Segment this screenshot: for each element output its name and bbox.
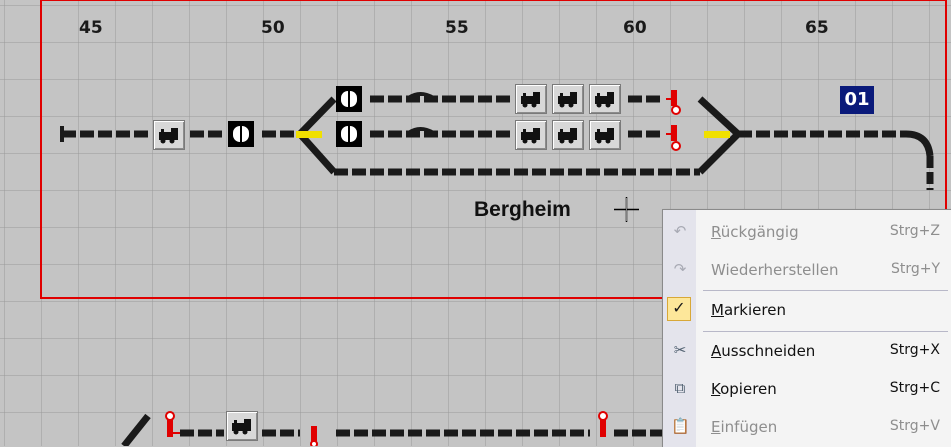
locomotive-tile[interactable] xyxy=(226,411,258,441)
block-contact-icon[interactable] xyxy=(336,121,362,147)
locomotive-tile[interactable] xyxy=(153,120,185,150)
cut-icon: ✂ xyxy=(673,342,687,359)
locomotive-tile[interactable] xyxy=(589,120,621,150)
menu-item-cut[interactable]: ✂ Ausschneiden Strg+X xyxy=(663,332,951,370)
locomotive-icon xyxy=(595,128,614,144)
menu-item-shortcut: Strg+Z xyxy=(889,223,940,239)
turnout-highlight xyxy=(704,131,730,138)
locomotive-tile[interactable] xyxy=(552,120,584,150)
menu-item-shortcut: Strg+X xyxy=(889,342,940,358)
undo-icon: ↶ xyxy=(673,223,687,240)
ruler-label: 65 xyxy=(805,18,829,38)
locomotive-icon xyxy=(595,92,614,108)
menu-item-shortcut: Strg+V xyxy=(889,418,940,434)
redo-icon: ↷ xyxy=(673,261,687,278)
locomotive-tile[interactable] xyxy=(552,84,584,114)
menu-item-label: Einfügen xyxy=(711,418,778,436)
block-contact-icon[interactable] xyxy=(228,121,254,147)
locomotive-icon xyxy=(159,128,178,144)
ruler-label: 50 xyxy=(261,18,285,38)
block-number-badge[interactable]: 01 xyxy=(840,86,874,114)
menu-item-label: Ausschneiden xyxy=(711,342,816,360)
menu-item-label: Rückgängig xyxy=(711,223,799,241)
menu-item-shortcut: Strg+Y xyxy=(890,261,940,277)
menu-item-label: Kopieren xyxy=(711,380,777,398)
ruler-label: 60 xyxy=(623,18,647,38)
menu-item-select[interactable]: ✓ Markieren xyxy=(663,291,951,329)
locomotive-icon xyxy=(521,92,540,108)
locomotive-tile[interactable] xyxy=(515,84,547,114)
check-icon: ✓ xyxy=(667,297,691,321)
locomotive-icon xyxy=(521,128,540,144)
menu-item-copy[interactable]: ⧉ Kopieren Strg+C xyxy=(663,370,951,408)
menu-item-label: Wiederherstellen xyxy=(711,261,839,279)
menu-item-undo[interactable]: ↶ Rückgängig Strg+Z xyxy=(663,213,951,251)
ruler-label: 55 xyxy=(445,18,469,38)
locomotive-tile[interactable] xyxy=(515,120,547,150)
ruler-label: 45 xyxy=(79,18,103,38)
station-label[interactable]: Bergheim xyxy=(474,198,571,222)
locomotive-icon xyxy=(232,419,251,435)
locomotive-icon xyxy=(558,128,577,144)
menu-item-shortcut: Strg+C xyxy=(889,380,940,396)
menu-item-paste[interactable]: 📋 Einfügen Strg+V xyxy=(663,408,951,446)
menu-item-redo[interactable]: ↷ Wiederherstellen Strg+Y xyxy=(663,251,951,289)
context-menu: ↶ Rückgängig Strg+Z ↷ Wiederherstellen S… xyxy=(662,209,951,447)
crosshair-cursor-icon xyxy=(614,197,639,222)
locomotive-tile[interactable] xyxy=(589,84,621,114)
paste-icon: 📋 xyxy=(671,418,690,435)
block-contact-icon[interactable] xyxy=(336,86,362,112)
locomotive-icon xyxy=(558,92,577,108)
menu-item-label: Markieren xyxy=(711,301,786,319)
turnout-highlight xyxy=(296,131,322,138)
copy-icon: ⧉ xyxy=(674,380,686,397)
